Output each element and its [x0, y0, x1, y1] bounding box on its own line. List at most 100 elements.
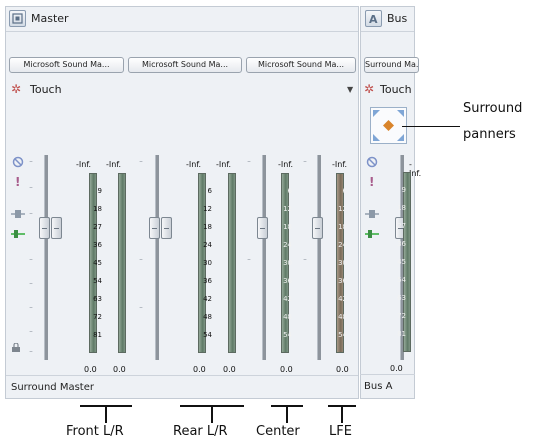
rear-scale-label: 54: [203, 331, 212, 339]
master-device-center[interactable]: Microsoft Sound Ma...: [246, 57, 356, 73]
front-right-value: 0.0: [113, 365, 126, 374]
front-scale-label: 72: [93, 313, 102, 321]
master-title: Master: [31, 12, 69, 25]
center-scale-label: 30: [283, 259, 292, 267]
rear-fader-track[interactable]: [155, 155, 159, 360]
scale-dash: –: [139, 157, 143, 165]
lfe-value: 0.0: [336, 365, 349, 374]
scale-dash: –: [247, 157, 251, 165]
annotation-rear: Rear L/R: [173, 424, 228, 439]
front-scale-label: 45: [93, 259, 102, 267]
scale-dash: –: [303, 157, 307, 165]
bus-scale-label: 72: [397, 312, 406, 320]
center-scale-label: 12: [283, 205, 292, 213]
solo-icon[interactable]: !: [15, 175, 20, 189]
scale-dash: –: [29, 209, 33, 217]
front-right-fader[interactable]: [51, 217, 62, 239]
rear-scale-label: 12: [203, 205, 212, 213]
front-left-fader[interactable]: [39, 217, 50, 239]
mute-icon[interactable]: [12, 153, 24, 172]
rear-scale-label: 48: [203, 313, 212, 321]
scale-dash: –: [29, 279, 33, 287]
gear-icon[interactable]: ✲: [11, 82, 21, 96]
annotation-panners: panners: [463, 127, 516, 142]
center-scale-label: 42: [283, 295, 292, 303]
lfe-scale-label: 30: [338, 259, 347, 267]
lfe-scale-label: 36: [338, 277, 347, 285]
bus-scale-label: 54: [397, 276, 406, 284]
panner-callout-line: [402, 126, 460, 127]
front-scale-label: 27: [93, 223, 102, 231]
link-icon[interactable]: [11, 203, 25, 222]
front-right-peak: -Inf.: [106, 160, 122, 169]
front-left-peak: -Inf.: [76, 160, 92, 169]
footer-divider: [6, 375, 358, 376]
bus-scale-label: 18: [397, 204, 406, 212]
lfe-fader[interactable]: [312, 217, 323, 239]
front-bracket-stem: [105, 405, 107, 423]
center-bracket-stem: [286, 405, 288, 423]
front-scale-label: 36: [93, 241, 102, 249]
header-divider: [6, 31, 358, 32]
rear-left-peak: -Inf.: [186, 160, 202, 169]
front-scale-label: 63: [93, 295, 102, 303]
front-fader-track[interactable]: [44, 155, 48, 360]
master-footer-name[interactable]: Surround Master: [11, 382, 94, 393]
bus-scale-label: 9: [401, 186, 406, 194]
rear-left-fader[interactable]: [149, 217, 160, 239]
annotation-center: Center: [256, 424, 300, 439]
center-peak: -Inf.: [278, 160, 294, 169]
scale-dash: –: [303, 255, 307, 263]
front-left-value: 0.0: [84, 365, 97, 374]
center-fader-track[interactable]: [262, 155, 266, 360]
annotation-lfe: LFE: [329, 424, 352, 439]
dropdown-arrow-icon[interactable]: ▼: [347, 85, 353, 94]
bus-scale-label: 27: [397, 222, 406, 230]
lfe-fader-track[interactable]: [317, 155, 321, 360]
rear-right-meter: [228, 173, 236, 353]
front-scale-label: 81: [93, 331, 102, 339]
center-scale-label: 48: [283, 313, 292, 321]
front-scale-label: 18: [93, 205, 102, 213]
rear-right-fader[interactable]: [161, 217, 172, 239]
bus-footer-name[interactable]: Bus A: [364, 381, 392, 392]
bus-scale-label: 63: [397, 294, 406, 302]
scale-dash: –: [29, 303, 33, 311]
center-value: 0.0: [280, 365, 293, 374]
lock-icon[interactable]: [12, 337, 20, 356]
lfe-scale-label: 18: [338, 223, 347, 231]
center-scale-label: 24: [283, 241, 292, 249]
bus-scale-label: 45: [397, 258, 406, 266]
rear-scale-label: 36: [203, 277, 212, 285]
scale-dash: –: [139, 255, 143, 263]
bus-scale-label: 36: [397, 240, 406, 248]
lfe-scale-label: 24: [338, 241, 347, 249]
lfe-peak: -Inf.: [332, 160, 348, 169]
footer-divider: [360, 374, 415, 375]
master-automation-mode[interactable]: Touch: [30, 83, 62, 96]
scale-dash: –: [29, 183, 33, 191]
master-panel: Master Microsoft Sound Ma... Microsoft S…: [5, 6, 359, 399]
master-device-front[interactable]: Microsoft Sound Ma...: [9, 57, 124, 73]
rear-right-value: 0.0: [223, 365, 236, 374]
center-scale-label: 18: [283, 223, 292, 231]
center-scale-label: 54: [283, 331, 292, 339]
front-scale-label: 54: [93, 277, 102, 285]
master-bus-icon[interactable]: [9, 10, 26, 27]
master-device-rear[interactable]: Microsoft Sound Ma...: [128, 57, 242, 73]
lfe-scale-label: 6: [342, 187, 347, 195]
lfe-scale-label: 48: [338, 313, 347, 321]
front-right-meter: [118, 173, 126, 353]
center-scale-label: 6: [287, 187, 292, 195]
pan-icon[interactable]: [11, 223, 25, 242]
annotation-front: Front L/R: [66, 424, 124, 439]
bus-scale-label: 81: [397, 330, 406, 338]
center-fader[interactable]: [257, 217, 268, 239]
rear-scale-label: 6: [207, 187, 212, 195]
scale-dash: –: [139, 303, 143, 311]
lfe-scale-label: 12: [338, 205, 347, 213]
rear-scale-label: 24: [203, 241, 212, 249]
scale-dash: –: [29, 347, 33, 355]
rear-scale-label: 30: [203, 259, 212, 267]
scale-dash: –: [29, 157, 33, 165]
